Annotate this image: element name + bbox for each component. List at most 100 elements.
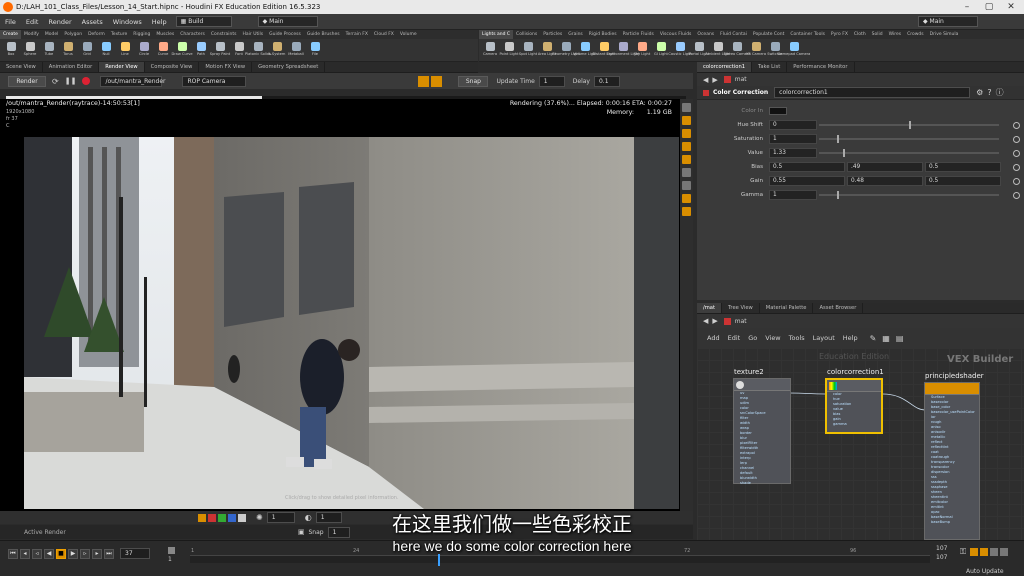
menu-net-help[interactable]: Help <box>843 334 858 342</box>
left-shelf-tab[interactable]: Characters <box>177 30 208 39</box>
snapshot-icon[interactable] <box>682 129 691 138</box>
tab-geometry-spreadsheet[interactable]: Geometry Spreadsheet <box>252 62 326 72</box>
layout-icon[interactable]: ▤ <box>896 334 904 343</box>
left-shelf-tool[interactable]: Platonic Solids <box>245 39 271 61</box>
right-shelf-tool[interactable]: Caustic Light <box>668 39 692 61</box>
back-icon[interactable]: ◀ <box>703 317 708 325</box>
right-shelf-tab[interactable]: Rigid Bodies <box>586 30 620 39</box>
stop-icon[interactable] <box>82 77 91 85</box>
color-correction-icon[interactable] <box>682 116 691 125</box>
left-shelf-tool[interactable]: Spray Paint <box>210 39 230 61</box>
gamma-slider[interactable] <box>819 191 999 199</box>
histogram-icon[interactable] <box>682 142 691 151</box>
context-select[interactable]: ◆ Main <box>257 16 318 27</box>
back-icon[interactable]: ◀ <box>703 76 708 84</box>
camera-select[interactable]: ROP Camera <box>182 75 247 87</box>
left-shelf-tool[interactable]: Box <box>3 39 19 61</box>
menu-view[interactable]: View <box>765 334 780 342</box>
hue-shift-slider[interactable] <box>819 121 999 129</box>
auto-update-label[interactable]: Auto Update <box>966 568 1004 575</box>
slider-knob[interactable] <box>843 149 845 157</box>
right-shelf-tool[interactable]: GI Light <box>653 39 669 61</box>
menu-help[interactable]: Help <box>147 14 172 30</box>
slider-knob[interactable] <box>909 121 911 129</box>
tab-colorcorrection1[interactable]: colorcorrection1 <box>697 62 753 72</box>
wrench-icon[interactable]: ✎ <box>870 334 877 343</box>
left-shelf-tool[interactable]: Line <box>117 39 133 61</box>
bias-r-field[interactable]: 0.5 <box>769 162 845 172</box>
delay-field[interactable]: 0.1 <box>593 75 620 87</box>
info-icon[interactable]: ⓘ <box>996 87 1004 98</box>
region-icon[interactable] <box>682 181 691 190</box>
right-shelf-tab[interactable]: Viscous Fluids <box>657 30 695 39</box>
left-shelf-tab[interactable]: Volume <box>397 30 420 39</box>
right-shelf-tab[interactable]: Wires <box>886 30 904 39</box>
left-shelf-tool[interactable]: Null <box>98 39 114 61</box>
left-shelf-tab[interactable]: Terrain FX <box>343 30 371 39</box>
left-shelf-tool[interactable]: Torus <box>60 39 76 61</box>
right-shelf-tool[interactable]: Sky Light <box>634 39 650 61</box>
hue-shift-field[interactable]: 0 <box>769 120 817 130</box>
slider-knob[interactable] <box>837 191 839 199</box>
menu-assets[interactable]: Assets <box>77 14 108 30</box>
gain-r-field[interactable]: 0.55 <box>769 176 845 186</box>
param-gear-icon[interactable] <box>1013 163 1020 171</box>
right-shelf-tab[interactable]: Lights and C <box>479 30 514 39</box>
left-shelf-tab[interactable]: Constraints <box>208 30 240 39</box>
lock-icon[interactable] <box>682 207 691 216</box>
snap-button[interactable]: Snap <box>458 75 489 87</box>
left-shelf-tool[interactable]: Grid <box>79 39 95 61</box>
left-shelf-tool[interactable]: Curve <box>155 39 171 61</box>
param-gear-icon[interactable] <box>1013 177 1020 185</box>
gear-icon[interactable]: ⚙ <box>976 88 983 97</box>
menu-render[interactable]: Render <box>43 14 76 30</box>
gain-b-field[interactable]: 0.5 <box>925 176 1001 186</box>
right-shelf-tab[interactable]: Particles <box>540 30 565 39</box>
left-shelf-tool[interactable]: Tube <box>41 39 57 61</box>
param-gear-icon[interactable] <box>1013 191 1020 199</box>
crop-icon[interactable] <box>682 168 691 177</box>
bias-b-field[interactable]: 0.5 <box>925 162 1001 172</box>
right-shelf-tab[interactable]: Oceans <box>694 30 717 39</box>
right-shelf-tab[interactable]: Fluid Contai <box>717 30 750 39</box>
menu-net-edit[interactable]: Edit <box>728 334 741 342</box>
right-shelf-tool[interactable]: Geometry Light <box>552 39 580 61</box>
menu-edit[interactable]: Edit <box>21 14 44 30</box>
right-shelf-tool[interactable]: Volume Light <box>573 39 597 61</box>
left-shelf-tool[interactable]: Draw Curve <box>171 39 193 61</box>
param-gear-icon[interactable] <box>1013 135 1020 143</box>
close-button[interactable]: ✕ <box>1000 0 1022 14</box>
left-shelf-tool[interactable]: Circle <box>136 39 152 61</box>
value-slider[interactable] <box>819 149 999 157</box>
left-shelf-tab[interactable]: Rigging <box>130 30 153 39</box>
left-shelf-tab[interactable]: Muscles <box>153 30 177 39</box>
menu-windows[interactable]: Windows <box>108 14 147 30</box>
tab-mat[interactable]: /mat <box>697 303 723 313</box>
color-in-swatch[interactable] <box>769 107 787 115</box>
bias-g-field[interactable]: .49 <box>847 162 923 172</box>
right-shelf-tool[interactable]: Spot Light <box>519 39 537 61</box>
right-shelf-tool[interactable]: Stereo Camera <box>724 39 750 61</box>
forward-icon[interactable]: ▶ <box>712 317 717 325</box>
right-shelf-tool[interactable]: Switcher <box>767 39 783 61</box>
help-icon[interactable]: ? <box>987 88 991 97</box>
playhead[interactable] <box>438 554 440 566</box>
params-path[interactable]: mat <box>735 76 747 83</box>
timeline-track[interactable]: 1 24 48 72 96 <box>190 548 930 566</box>
menu-go[interactable]: Go <box>748 334 757 342</box>
tab-tree-view[interactable]: Tree View <box>722 303 760 313</box>
left-shelf-tab[interactable]: Texture <box>108 30 130 39</box>
right-shelf-tool[interactable]: VR Camera <box>746 39 766 61</box>
left-shelf-tool[interactable]: Font <box>231 39 247 61</box>
left-shelf-tab[interactable]: Create <box>0 30 21 39</box>
left-shelf-tool[interactable]: Metaball <box>288 39 304 61</box>
right-shelf-tab[interactable]: Populate Cont <box>750 30 788 39</box>
maximize-button[interactable]: ▢ <box>978 0 1000 14</box>
slider-knob[interactable] <box>837 135 839 143</box>
refresh-icon[interactable]: ⟳ <box>52 77 59 86</box>
tab-render-view[interactable]: Render View <box>99 62 145 72</box>
left-shelf-tab[interactable]: Guide Process <box>266 30 304 39</box>
value-field[interactable]: 1.33 <box>769 148 817 158</box>
right-shelf-tab[interactable]: Grains <box>565 30 586 39</box>
grid-icon[interactable]: ▦ <box>882 334 890 343</box>
